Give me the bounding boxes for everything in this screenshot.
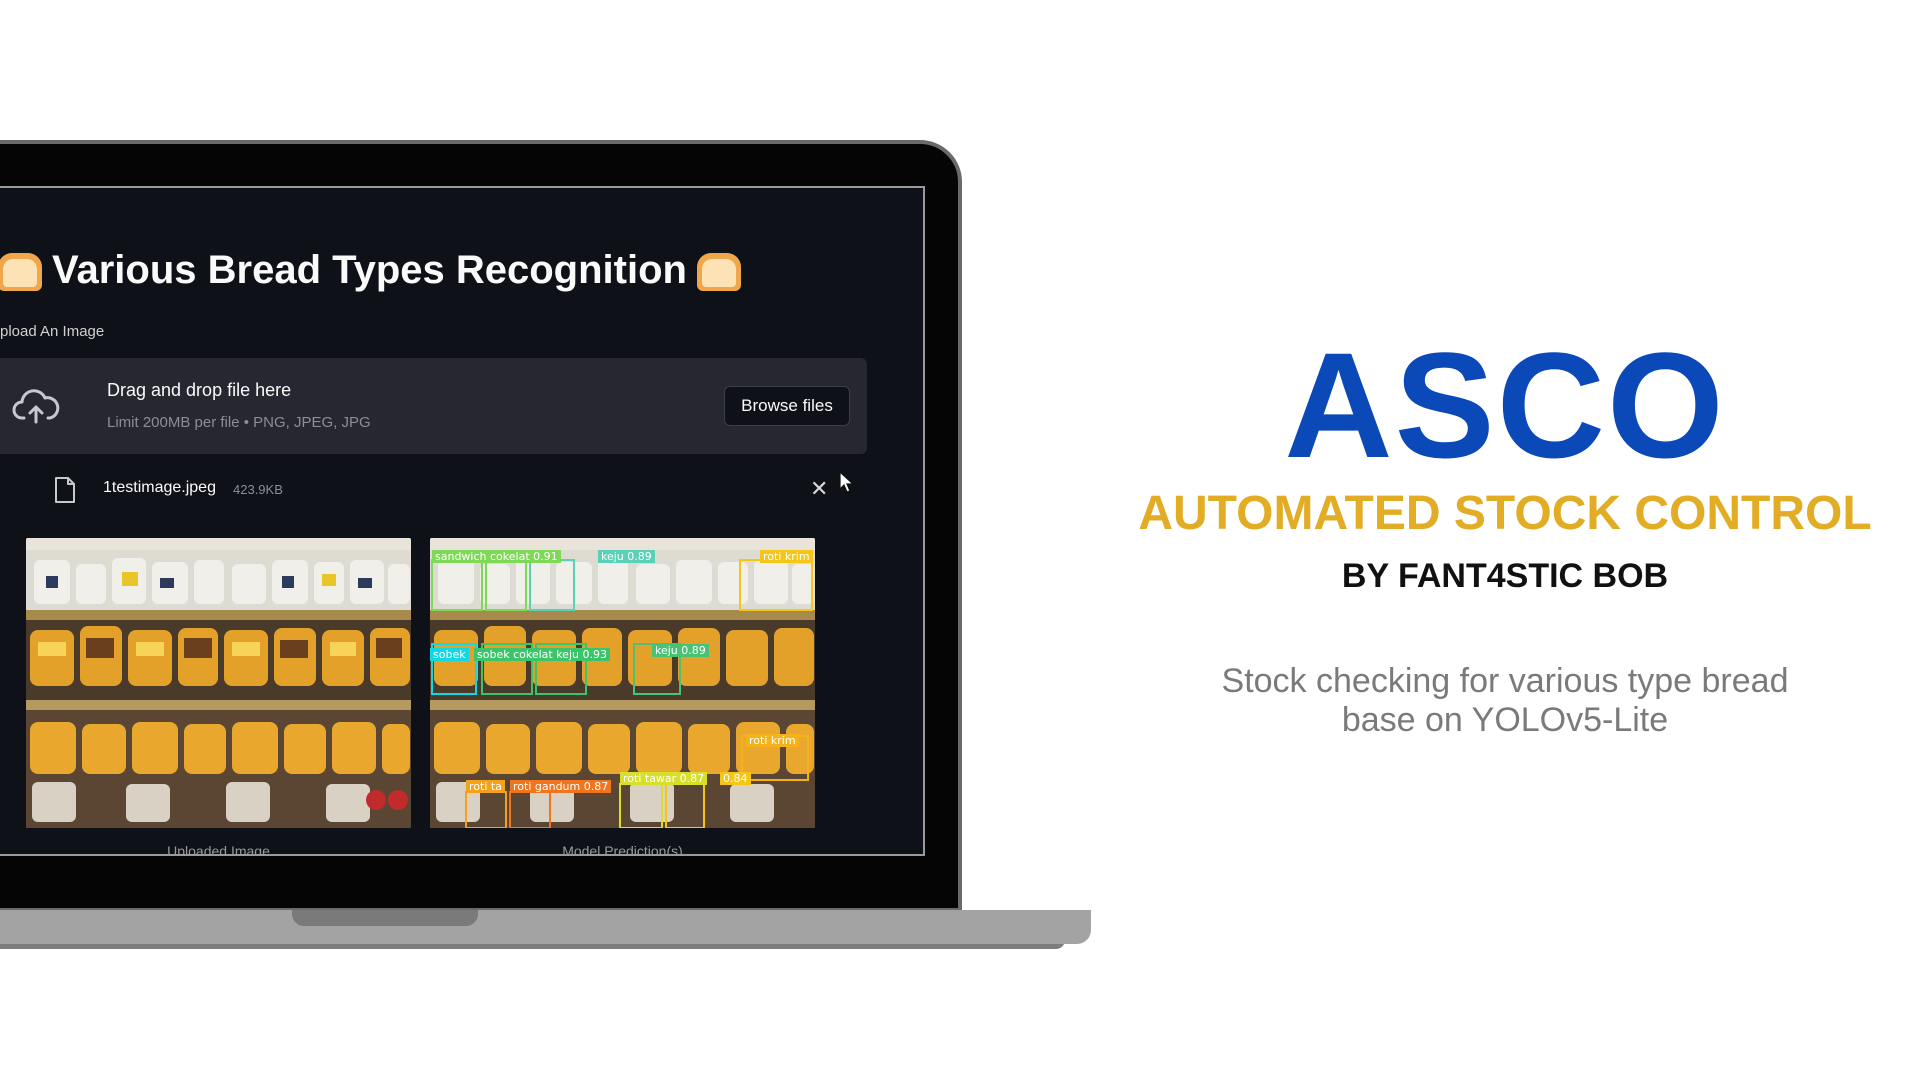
- detection-label: roti krim: [760, 550, 813, 563]
- detection-label: sandwich cokelat 0.91: [432, 550, 561, 563]
- bread-icon: [696, 251, 741, 291]
- file-dropzone[interactable]: Drag and drop file here Limit 200MB per …: [0, 358, 867, 454]
- detection-label: keju 0.89: [598, 550, 655, 563]
- detection-label: keju 0.89: [652, 644, 709, 657]
- app-title-text: Various Bread Types Recognition: [52, 248, 687, 292]
- laptop-notch: [292, 910, 478, 926]
- browse-files-button[interactable]: Browse files: [724, 386, 850, 426]
- detection-label: roti krim: [746, 734, 799, 747]
- detection-label: roti ta: [466, 780, 505, 793]
- prediction-image: sandwich cokelat 0.91 keju 0.89 roti kri…: [430, 538, 815, 828]
- laptop-base: [0, 910, 1091, 944]
- uploaded-image-caption: Uploaded Image: [167, 843, 270, 856]
- bread-icon: [0, 251, 42, 291]
- uploaded-file-row: 1testimage.jpeg 423.9KB ✕: [0, 470, 867, 510]
- detection-label: roti gandum 0.87: [510, 780, 612, 793]
- uploaded-image: [26, 538, 411, 828]
- prediction-image-caption: Model Prediction(s): [562, 843, 683, 856]
- description-line: base on YOLOv5-Lite: [1341, 701, 1669, 739]
- cloud-upload-icon: [12, 389, 60, 424]
- brand-byline: BY FANT4STIC BOB: [1341, 557, 1669, 595]
- upload-label: pload An Image: [0, 323, 105, 340]
- mouse-pointer-icon: [839, 470, 855, 493]
- remove-file-close-icon[interactable]: ✕: [810, 476, 828, 504]
- app-title: Various Bread Types Recognition: [0, 248, 741, 293]
- file-size: 423.9KB: [233, 482, 283, 497]
- dropzone-title: Drag and drop file here: [107, 380, 292, 400]
- dropzone-subtitle: Limit 200MB per file • PNG, JPEG, JPG: [107, 414, 371, 431]
- detection-label: sobek cokelat keju 0.93: [474, 648, 610, 661]
- app-screen: Various Bread Types Recognition pload An…: [0, 186, 925, 856]
- description-line: Stock checking for various type bread: [1221, 662, 1789, 700]
- brand-description: Stock checking for various type bread ba…: [1120, 662, 1890, 740]
- slide: Various Bread Types Recognition pload An…: [0, 0, 1920, 1080]
- file-icon: [55, 477, 75, 503]
- detection-label: roti tawar 0.87: [620, 772, 708, 785]
- detection-label: 0.84: [720, 772, 751, 785]
- brand-name: ASCO: [1284, 321, 1726, 489]
- detection-label: sobek: [430, 648, 469, 661]
- file-name: 1testimage.jpeg: [103, 479, 216, 496]
- brand-tagline: AUTOMATED STOCK CONTROL: [1138, 487, 1872, 540]
